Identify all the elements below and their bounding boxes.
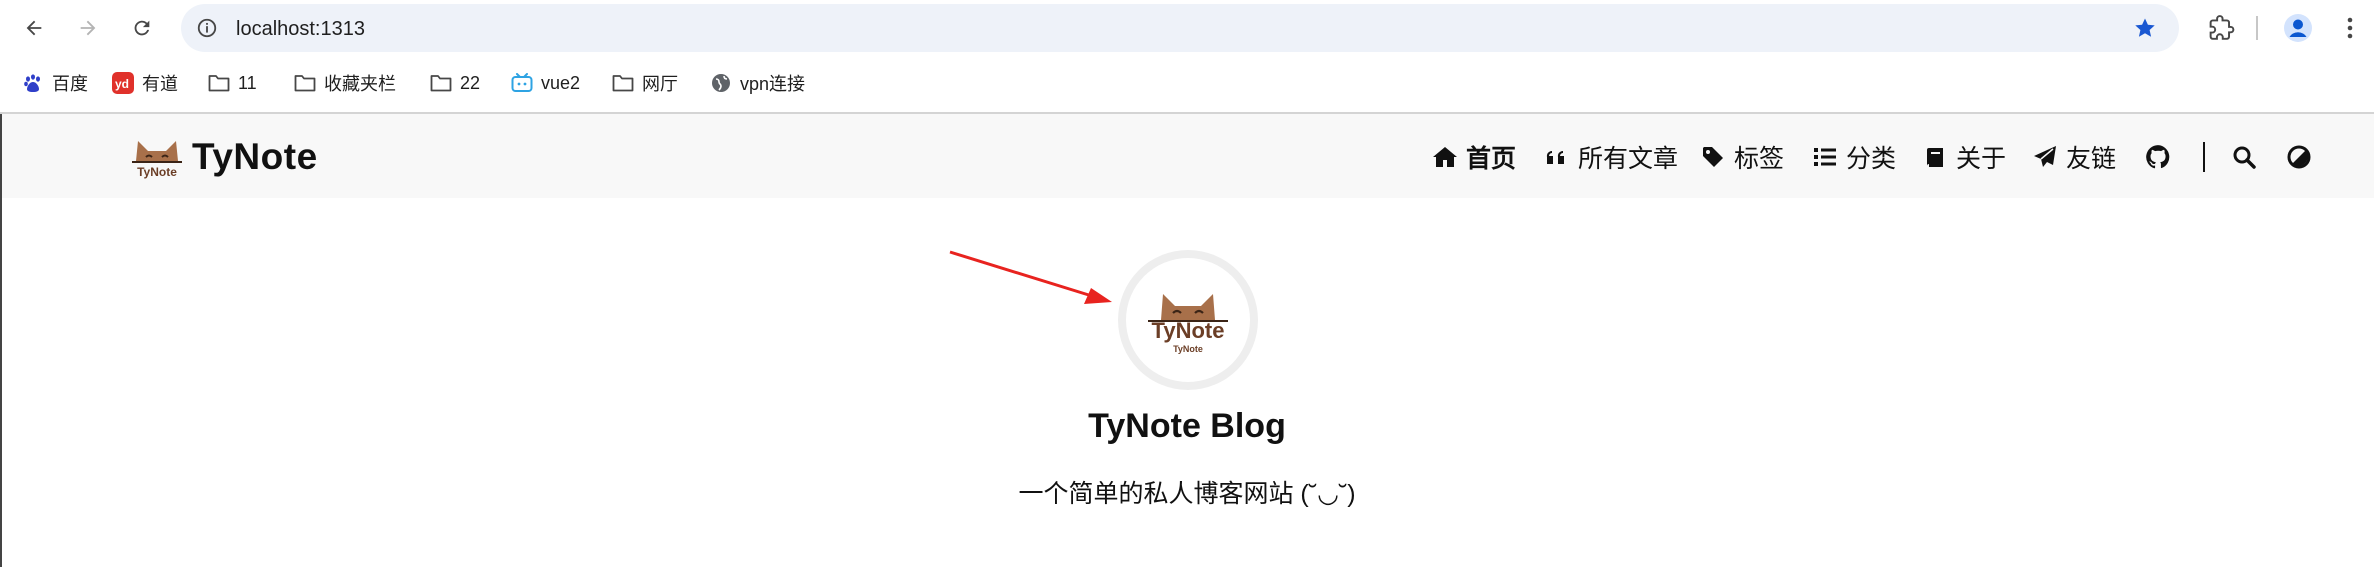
bookmark-folder[interactable]: 22 xyxy=(430,63,480,103)
puzzle-icon xyxy=(2209,15,2235,40)
site-header: TyNote TyNote 首页 所有文章 标签 分类 关于 友链 xyxy=(0,114,2374,198)
avatar-logo: TyNote TyNote xyxy=(1126,258,1250,382)
bookmark-item[interactable]: vpn连接 xyxy=(710,63,805,103)
folder-icon xyxy=(612,72,634,94)
site-info-icon[interactable] xyxy=(195,16,219,40)
nav-about[interactable]: 关于 xyxy=(1922,140,2006,174)
site-brand-name: TyNote xyxy=(192,136,318,177)
svg-text:yd: yd xyxy=(115,77,129,91)
avatar-logo-subtext: TyNote xyxy=(1173,344,1203,354)
address-bar[interactable]: localhost:1313 xyxy=(181,4,2179,52)
avatar-icon xyxy=(2284,14,2312,42)
bookmark-folder[interactable]: 收藏夹栏 xyxy=(294,63,396,103)
avatar-logo-text: TyNote xyxy=(1151,318,1225,343)
quote-icon xyxy=(1544,144,1570,170)
arrow-right-icon xyxy=(80,20,96,36)
nav-all-posts[interactable]: 所有文章 xyxy=(1544,140,1678,174)
nav-friends-label: 友链 xyxy=(2066,145,2117,173)
bookmark-label: 百度 xyxy=(52,74,88,94)
nav-categories[interactable]: 分类 xyxy=(1812,140,1896,174)
bilibili-tv-icon xyxy=(511,72,533,94)
arrow-left-icon xyxy=(26,20,42,36)
bookmark-label: 22 xyxy=(460,72,481,93)
paper-plane-icon xyxy=(2032,144,2058,170)
browser-menu-button[interactable] xyxy=(2334,12,2366,44)
contrast-icon xyxy=(2287,145,2311,169)
header-divider xyxy=(2203,142,2205,172)
blog-title: TyNote Blog xyxy=(1088,407,1286,445)
blog-subtitle: 一个简单的私人博客网站 (˘◡˘) xyxy=(1018,480,1356,508)
bookmark-label: 有道 xyxy=(142,74,178,94)
browser-toolbar: localhost:1313 xyxy=(0,0,2374,56)
bookmarks-bar: 百度 yd 有道 11 收藏夹栏 22 vue2 网厅 vpn连接 xyxy=(0,63,2374,103)
reload-icon xyxy=(134,20,150,36)
github-icon xyxy=(2146,145,2170,169)
folder-icon xyxy=(208,72,230,94)
bookmark-star-icon[interactable] xyxy=(2133,16,2157,40)
list-icon xyxy=(1812,144,1838,170)
search-icon xyxy=(2233,146,2256,169)
nav-tags[interactable]: 标签 xyxy=(1700,140,1784,174)
nav-tags-label: 标签 xyxy=(1734,145,1785,173)
bookmark-label: 收藏夹栏 xyxy=(324,74,396,94)
back-button[interactable] xyxy=(18,12,50,44)
bookmark-item[interactable]: yd 有道 xyxy=(112,63,178,103)
theme-toggle-button[interactable] xyxy=(2284,142,2314,172)
home-icon xyxy=(1432,144,1458,170)
bookmark-label: vpn连接 xyxy=(740,74,806,94)
fox-logo-icon xyxy=(1161,294,1215,320)
baidu-paw-icon xyxy=(22,72,44,94)
tag-icon xyxy=(1700,144,1726,170)
bookmark-folder[interactable]: 网厅 xyxy=(612,63,678,103)
nav-categories-label: 分类 xyxy=(1846,145,1897,173)
folder-icon xyxy=(294,72,316,94)
reload-button[interactable] xyxy=(126,12,158,44)
bookmark-item[interactable]: 百度 xyxy=(22,63,88,103)
globe-icon xyxy=(710,72,732,94)
book-icon xyxy=(1922,144,1948,170)
bookmark-label: 网厅 xyxy=(642,74,678,94)
profile-button[interactable] xyxy=(2282,12,2314,44)
nav-home-label: 首页 xyxy=(1466,145,1517,173)
bookmark-folder[interactable]: 11 xyxy=(208,63,257,103)
blog-avatar: TyNote TyNote xyxy=(1118,250,1258,390)
bookmark-label: 11 xyxy=(238,72,257,93)
url-text[interactable]: localhost:1313 xyxy=(236,18,365,41)
github-link[interactable] xyxy=(2143,142,2173,172)
site-brand-link[interactable]: TyNote TyNote xyxy=(128,132,318,182)
bookmark-item[interactable]: vue2 xyxy=(511,63,580,103)
logo-text: TyNote xyxy=(137,165,177,179)
search-button[interactable] xyxy=(2229,142,2259,172)
nav-all-posts-label: 所有文章 xyxy=(1578,145,1679,173)
youdao-icon: yd xyxy=(112,72,134,94)
forward-button[interactable] xyxy=(72,12,104,44)
folder-icon xyxy=(430,72,452,94)
kebab-menu-icon xyxy=(2347,17,2353,39)
tynote-logo-icon: TyNote xyxy=(132,141,182,179)
extensions-button[interactable] xyxy=(2206,12,2238,44)
nav-friends[interactable]: 友链 xyxy=(2032,140,2116,174)
bookmark-label: vue2 xyxy=(541,72,581,93)
nav-home[interactable]: 首页 xyxy=(1432,140,1516,174)
toolbar-divider xyxy=(2256,16,2258,40)
nav-about-label: 关于 xyxy=(1956,145,2007,173)
